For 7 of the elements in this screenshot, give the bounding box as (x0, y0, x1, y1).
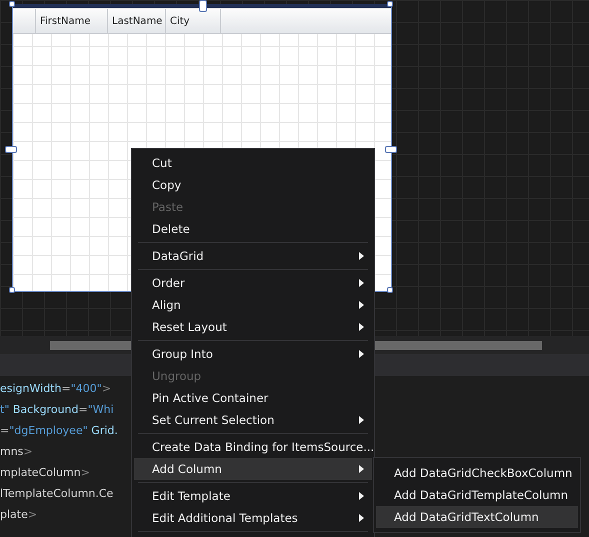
code-line: lTemplateColumn.Ce (0, 486, 114, 502)
code-line: mplateColumn> (0, 465, 90, 481)
code-line: t" Background="Whi (0, 402, 114, 418)
code-line: esignWidth="400"> (0, 381, 112, 397)
code-line: plate> (0, 507, 38, 523)
code-line: ="dgEmployee" Grid. (0, 423, 118, 439)
code-line: mns> (0, 444, 33, 460)
